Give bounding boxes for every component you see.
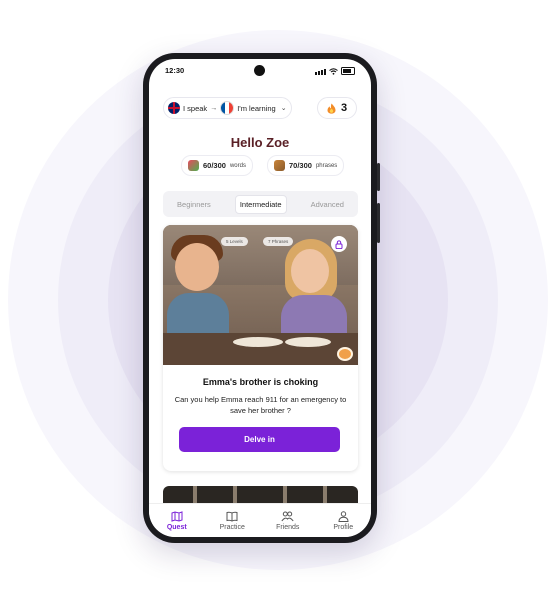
story-description: Can you help Emma reach 911 for an emerg… (174, 395, 347, 415)
words-icon (188, 160, 199, 171)
fire-icon (327, 103, 336, 114)
words-stat: 60/300 words (181, 155, 253, 176)
uk-flag-icon (168, 102, 180, 114)
nav-profile[interactable]: Profile (318, 504, 368, 537)
speak-label: I speak (183, 103, 208, 113)
lock-icon[interactable] (331, 236, 347, 252)
battery-icon (341, 67, 355, 75)
phrases-unit: phrases (315, 162, 338, 169)
learning-label: I'm learning (237, 103, 276, 113)
language-selector[interactable]: I speak → I'm learning ⌄ (163, 97, 292, 119)
bottom-nav: Quest Practice Friends Profile (149, 503, 371, 537)
tab-intermediate[interactable]: Intermediate (234, 194, 287, 214)
streak-badge[interactable]: 3 (317, 97, 357, 119)
tab-beginners[interactable]: Beginners (173, 196, 215, 213)
delve-in-button[interactable]: Delve in (179, 427, 340, 452)
nav-practice[interactable]: Practice (207, 504, 257, 537)
chevron-down-icon: ⌄ (280, 105, 287, 112)
words-unit: words (229, 162, 246, 169)
levels-badge: 5 Levels (221, 237, 248, 246)
phrases-badge: 7 Phrases (263, 237, 294, 246)
nav-quest[interactable]: Quest (152, 504, 202, 537)
phrases-value: 70/300 (289, 161, 312, 170)
story-title: Emma's brother is choking (202, 377, 319, 387)
streak-count: 3 (340, 102, 348, 114)
signal-icon (315, 69, 326, 75)
status-icons (315, 67, 355, 75)
friends-icon (281, 511, 294, 522)
nav-friends-label: Friends (276, 524, 300, 531)
nav-profile-label: Profile (333, 524, 354, 531)
level-tabs: Beginners Intermediate Advanced (163, 191, 358, 217)
book-icon (226, 511, 238, 522)
map-icon (171, 511, 183, 522)
story-illustration: 5 Levels 7 Phrases (163, 225, 358, 365)
tab-advanced[interactable]: Advanced (307, 196, 348, 213)
greeting-title: Hello Zoe (230, 135, 290, 150)
app-screen: 12:30 I speak → I'm learning ⌄ 3 Hello Z… (149, 59, 371, 537)
nav-friends[interactable]: Friends (263, 504, 313, 537)
wifi-icon (329, 68, 338, 75)
phrases-icon (274, 160, 285, 171)
status-time: 12:30 (165, 66, 185, 75)
phrases-stat: 70/300 phrases (267, 155, 345, 176)
nav-quest-label: Quest (166, 524, 187, 531)
words-value: 60/300 (203, 161, 226, 170)
story-card[interactable]: 5 Levels 7 Phrases Emma's brother is cho… (163, 225, 358, 471)
france-flag-icon (220, 101, 235, 115)
nav-practice-label: Practice (219, 524, 245, 531)
arrow-right-icon: → (210, 104, 218, 112)
volume-button (377, 163, 380, 191)
status-bar: 12:30 (149, 59, 371, 81)
person-icon (338, 511, 349, 522)
front-camera (254, 65, 265, 76)
power-button (377, 203, 380, 243)
phone-frame: 12:30 I speak → I'm learning ⌄ 3 Hello Z… (143, 53, 380, 543)
food-icon (337, 347, 353, 361)
